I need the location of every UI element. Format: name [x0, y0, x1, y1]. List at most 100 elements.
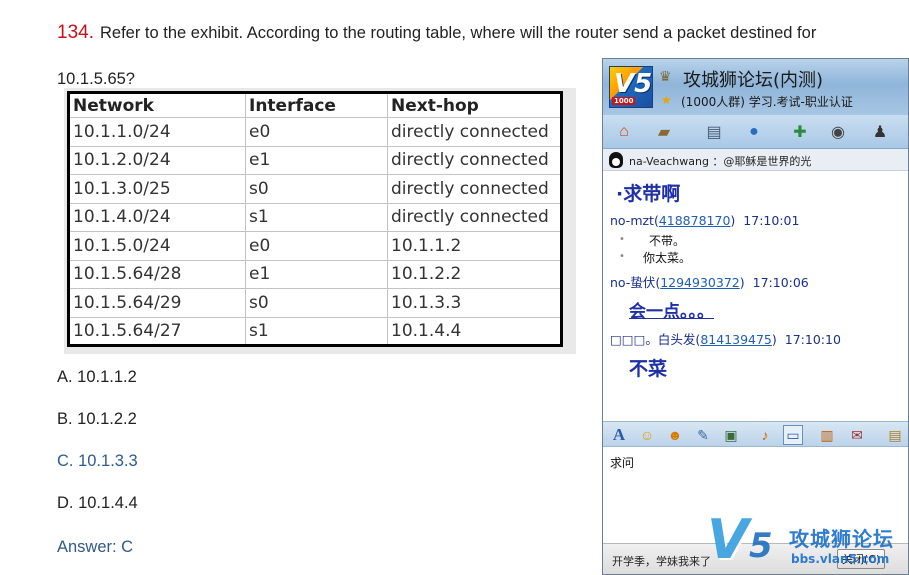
cell-network: 10.1.5.64/27 — [68, 316, 246, 346]
cell-interface: e0 — [245, 117, 388, 147]
sender-name: no-mzt( — [610, 213, 659, 228]
screenshot-icon[interactable]: ✎ — [693, 425, 713, 445]
cell-next-hop: directly connected — [387, 145, 562, 175]
table-header-row: Network Interface Next-hop — [68, 92, 562, 118]
cell-interface: s0 — [245, 174, 388, 204]
cell-network: 10.1.3.0/25 — [68, 174, 246, 204]
message-sender: no-蛰伏(1294930372) 17:10:06 — [610, 272, 809, 291]
folder-icon[interactable]: ▰ — [651, 120, 677, 144]
question-line-2: 10.1.5.65? — [57, 70, 135, 88]
cell-next-hop: directly connected — [387, 202, 562, 232]
group-logo-text: V5 — [614, 69, 653, 99]
sender-qq-link[interactable]: 418878170 — [659, 213, 731, 228]
cell-network: 10.1.5.0/24 — [68, 231, 246, 261]
cell-interface: s1 — [245, 316, 388, 346]
table-row: 10.1.5.64/28 e1 10.1.2.2 — [68, 259, 562, 289]
cell-next-hop: 10.1.4.4 — [387, 316, 562, 346]
cell-interface: s0 — [245, 288, 388, 318]
option-a[interactable]: A. 10.1.1.2 — [57, 368, 137, 387]
question-number: 134. — [57, 22, 94, 43]
font-icon[interactable]: A — [609, 425, 629, 445]
cell-next-hop: 10.1.3.3 — [387, 288, 562, 318]
penguin-icon — [609, 152, 623, 168]
question-line-1: Refer to the exhibit. According to the r… — [99, 24, 817, 42]
routing-table: Network Interface Next-hop 10.1.1.0/24 e0… — [67, 91, 563, 347]
voice-icon[interactable]: ● — [741, 120, 767, 144]
sender-name: no-蛰伏( — [610, 275, 661, 290]
member-icon[interactable]: ♟ — [867, 120, 893, 144]
sender-name-close: ) — [739, 275, 745, 290]
sender-qq-link[interactable]: 1294930372 — [660, 275, 740, 290]
home-icon[interactable]: ⌂ — [611, 120, 637, 144]
cell-network: 10.1.5.64/29 — [68, 288, 246, 318]
cell-interface: e1 — [245, 145, 388, 175]
table-row: 10.1.5.64/29 s0 10.1.3.3 — [68, 288, 562, 318]
message-bubble: ·求带啊 — [616, 183, 681, 205]
cell-interface: s1 — [245, 202, 388, 232]
cell-interface: e0 — [245, 231, 388, 261]
column-header-next-hop: Next-hop — [387, 92, 562, 118]
message-text: 不带。 — [649, 234, 686, 248]
option-b[interactable]: B. 10.1.2.2 — [57, 410, 137, 429]
ad-text[interactable]: 开学季，学妹我来了 — [612, 553, 711, 569]
bullet-icon: • — [619, 234, 625, 245]
message-sender: □□□。白头发(814139475) 17:10:10 — [610, 329, 841, 348]
close-button[interactable]: 关闭(C) — [837, 549, 885, 569]
column-header-network: Network — [68, 92, 246, 118]
option-c[interactable]: C. 10.1.3.3 — [57, 452, 138, 471]
group-avatar[interactable]: V5 1000 — [609, 66, 653, 108]
sticker-icon[interactable]: ☻ — [665, 425, 685, 445]
question-text: 134. Refer to the exhibit. According to t… — [57, 22, 816, 44]
table-row: 10.1.5.64/27 s1 10.1.4.4 — [68, 316, 562, 346]
sender-name: □□□。白头发( — [610, 332, 701, 347]
gift-icon[interactable]: ✉ — [847, 425, 867, 445]
music-icon[interactable]: ♪ — [755, 425, 775, 445]
chat-subtitle: (1000人群) 学习.考试-职业认证 — [681, 95, 853, 109]
routing-table-exhibit: Network Interface Next-hop 10.1.1.0/24 e0… — [64, 88, 576, 354]
cell-next-hop: 10.1.1.2 — [387, 231, 562, 261]
sender-name-close: ) — [771, 332, 777, 347]
chat-toolbar: ⌂ ▰ ▤ ● ✚ ◉ ♟ › — [603, 115, 908, 149]
history-icon[interactable]: ▤ — [885, 425, 905, 445]
table-row: 10.1.2.0/24 e1 directly connected — [68, 145, 562, 175]
cell-interface: e1 — [245, 259, 388, 289]
cell-next-hop: 10.1.2.2 — [387, 259, 562, 289]
input-toolbar: A ☺ ☻ ✎ ▣ ♪ ▭ ▥ ✉ ▤ — [603, 421, 908, 447]
message-bubble: 会一点。。。 — [629, 302, 714, 322]
cell-network: 10.1.1.0/24 — [68, 117, 246, 147]
message-input[interactable]: 求问 — [610, 454, 634, 471]
group-notice: na-Veachwang ：@耶稣是世界的光 — [603, 149, 908, 171]
option-d[interactable]: D. 10.1.4.4 — [57, 494, 138, 513]
cell-next-hop: directly connected — [387, 174, 562, 204]
star-icon: ★ — [661, 93, 672, 107]
message-text: 你太菜。 — [643, 251, 692, 265]
message-mode-icon[interactable]: ▭ — [783, 425, 803, 445]
chat-bubble-icon[interactable]: ✚ — [787, 120, 813, 144]
column-header-interface: Interface — [245, 92, 388, 118]
message-list: ·求带啊 no-mzt(418878170) 17:10:01 • 不带。 • 你… — [603, 171, 908, 421]
image-icon[interactable]: ▣ — [721, 425, 741, 445]
emoji-icon[interactable]: ☺ — [637, 425, 657, 445]
message-time: 17:10:06 — [752, 275, 809, 290]
sender-qq-link[interactable]: 814139475 — [700, 332, 772, 347]
answer-text: Answer: C — [57, 538, 134, 556]
message-time: 17:10:01 — [743, 213, 800, 228]
table-row: 10.1.3.0/25 s0 directly connected — [68, 174, 562, 204]
sender-name-close: ) — [730, 213, 736, 228]
message-bubble: 不菜 — [629, 358, 668, 380]
chat-window: V5 1000 ♛ 攻城狮论坛(内测) ★ (1000人群) 学习.考试-职业认… — [602, 58, 909, 575]
group-logo-badge: 1000 — [612, 97, 636, 105]
table-row: 10.1.1.0/24 e0 directly connected — [68, 117, 562, 147]
chat-title: 攻城狮论坛(内测) — [683, 70, 824, 91]
crown-icon: ♛ — [659, 68, 672, 84]
album-icon[interactable]: ▤ — [701, 120, 727, 144]
cell-network: 10.1.4.0/24 — [68, 202, 246, 232]
camera-icon[interactable]: ◉ — [825, 120, 851, 144]
table-row: 10.1.5.0/24 e0 10.1.1.2 — [68, 231, 562, 261]
cell-network: 10.1.2.0/24 — [68, 145, 246, 175]
more-icon[interactable]: › — [897, 120, 908, 144]
message-time: 17:10:10 — [784, 332, 841, 347]
table-row: 10.1.4.0/24 s1 directly connected — [68, 202, 562, 232]
chart-icon[interactable]: ▥ — [817, 425, 837, 445]
cell-network: 10.1.5.64/28 — [68, 259, 246, 289]
